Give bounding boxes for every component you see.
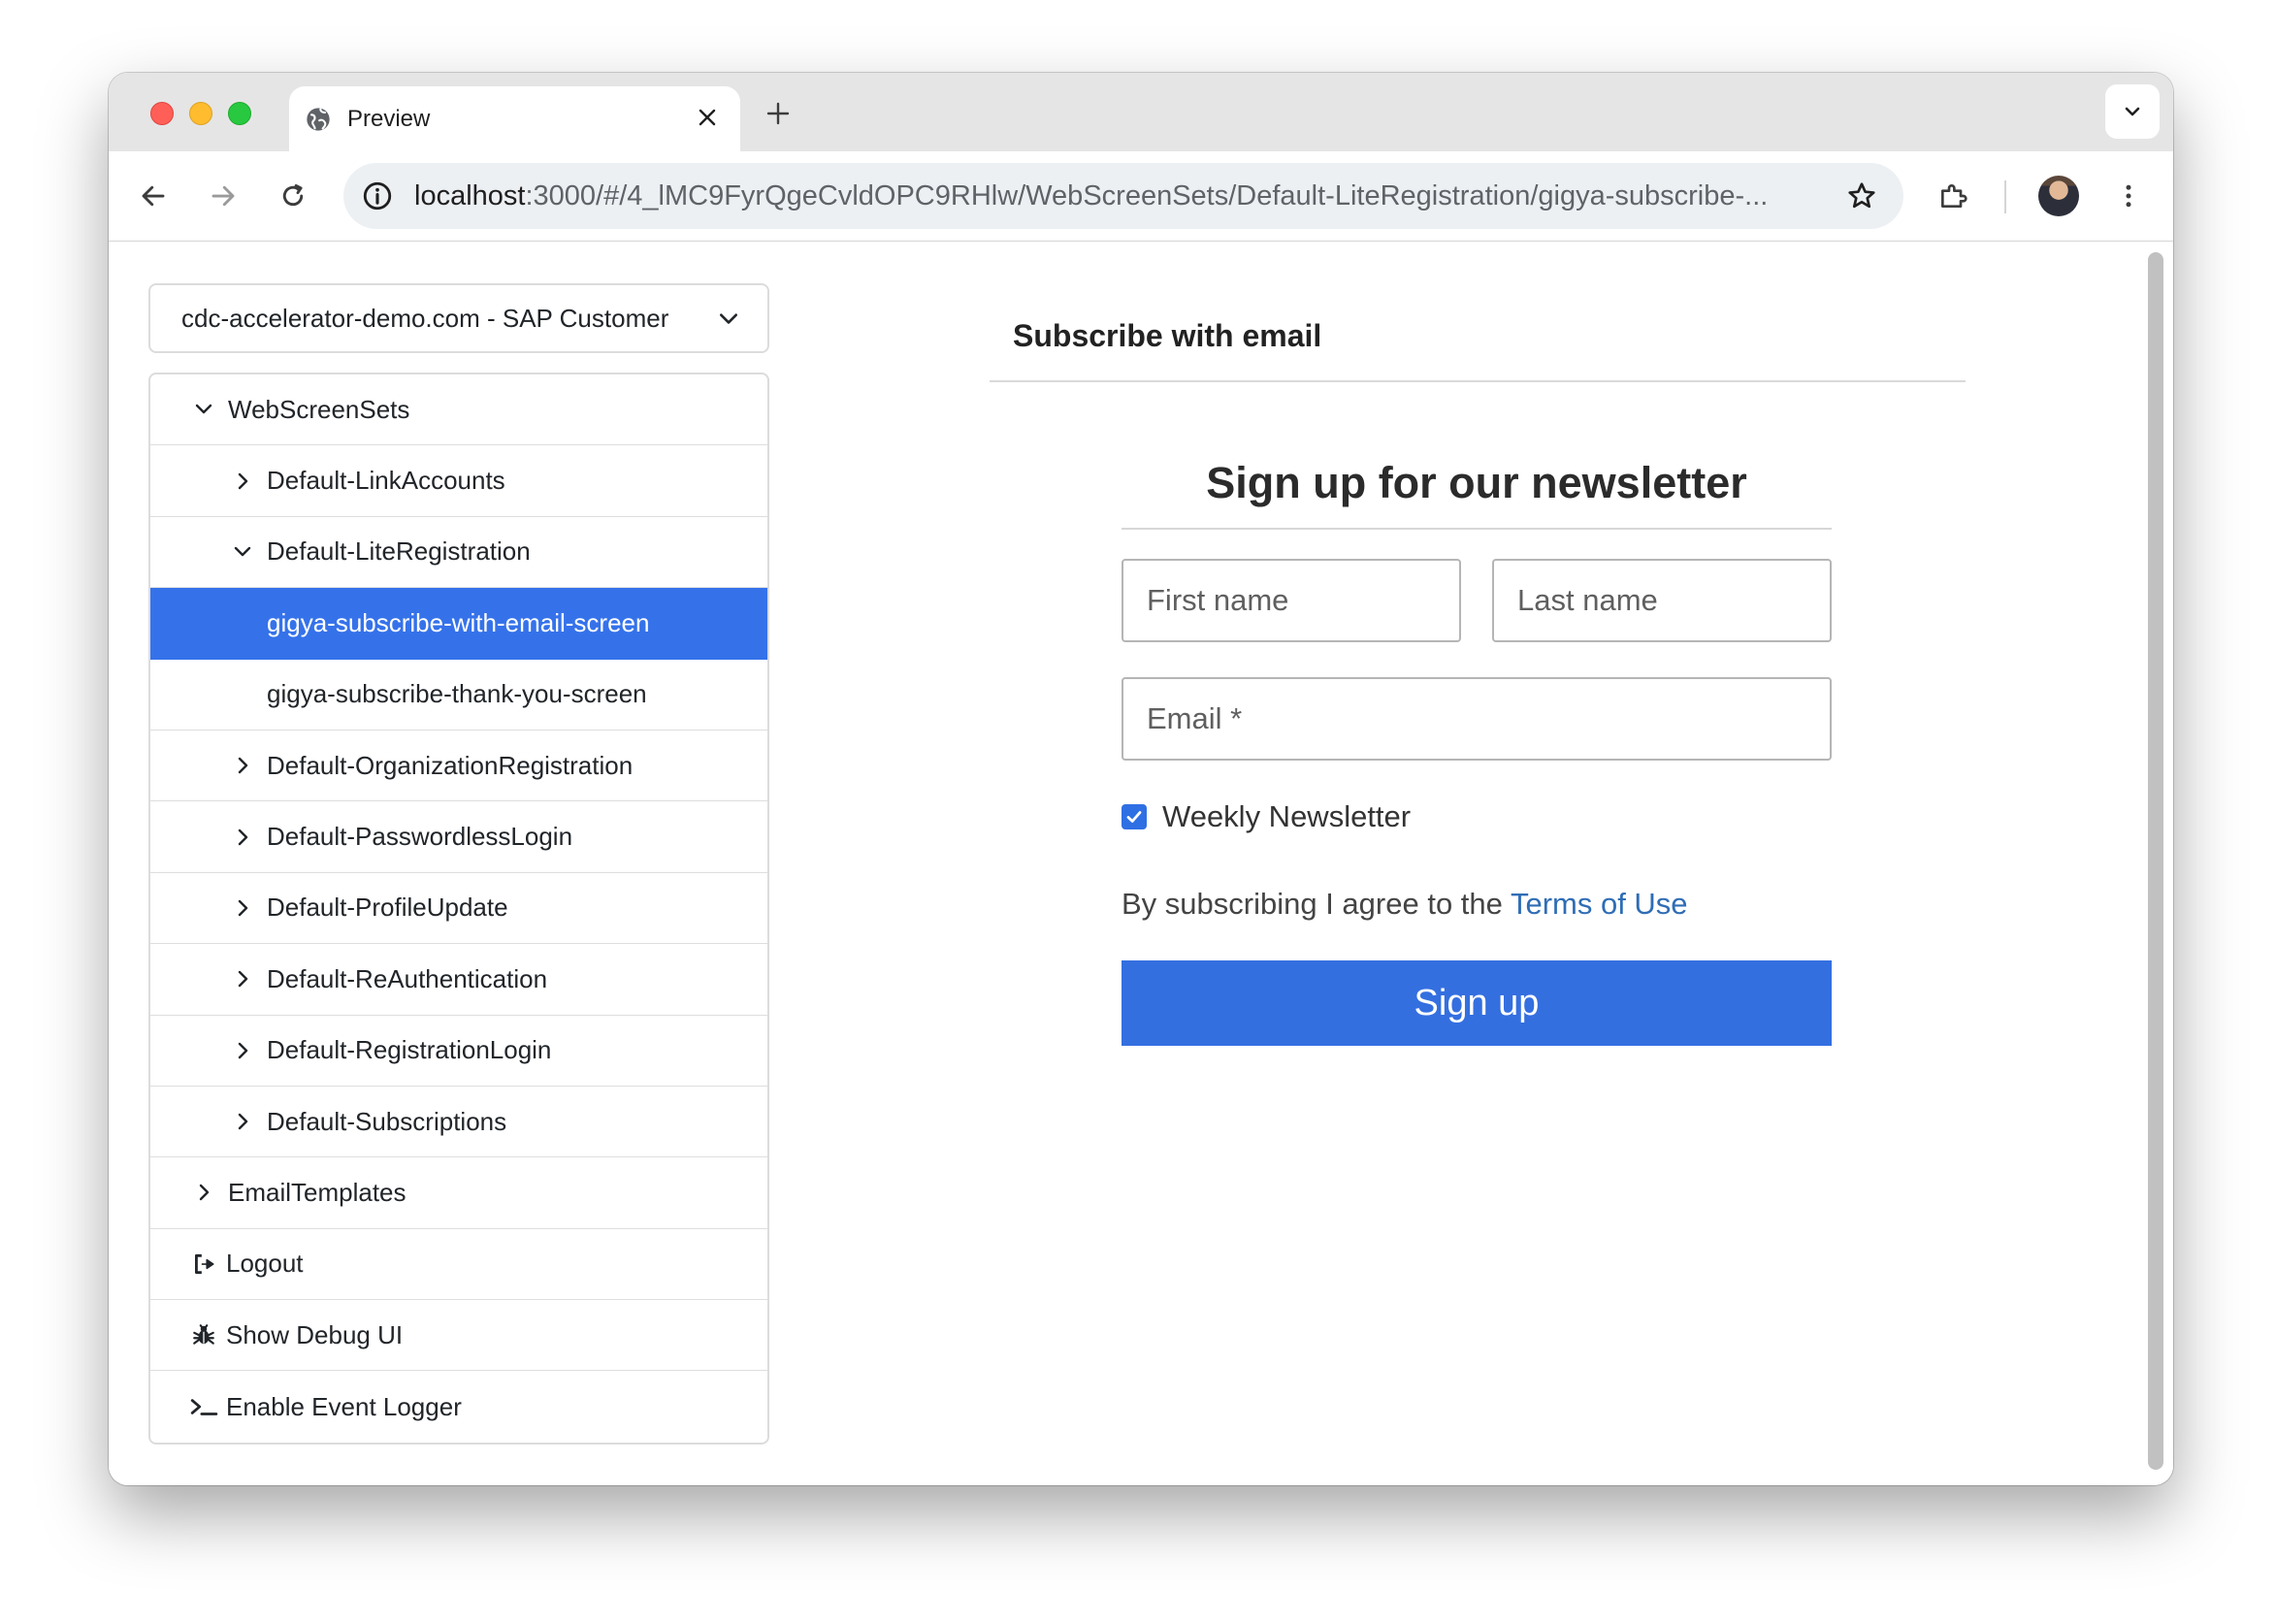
toolbar-divider	[2004, 180, 2006, 213]
email-input[interactable]	[1122, 677, 1832, 761]
bug-icon	[189, 1320, 218, 1349]
address-bar[interactable]: localhost:3000/#/4_lMC9FyrQgeCvldOPC9RHl…	[343, 163, 1903, 229]
section-title: Subscribe with email	[1013, 318, 1322, 353]
info-icon[interactable]	[358, 177, 397, 215]
tree-item-default-profileupdate[interactable]: Default-ProfileUpdate	[150, 873, 767, 945]
screenset-tree: WebScreenSets Default-LinkAccounts Defau…	[148, 373, 769, 1445]
minimize-window-button[interactable]	[189, 102, 212, 125]
form-title: Sign up for our newsletter	[1122, 456, 1832, 530]
chevron-right-icon	[228, 1036, 257, 1065]
tree-item-label: Default-ProfileUpdate	[267, 893, 508, 923]
terms-agreement-text: By subscribing I agree to the Terms of U…	[1122, 887, 1688, 921]
arrow-right-icon	[209, 181, 238, 211]
tree-item-default-subscriptions[interactable]: Default-Subscriptions	[150, 1087, 767, 1158]
preview-section-header: Subscribe with email	[990, 315, 1966, 382]
tree-item-label: Default-LinkAccounts	[267, 466, 505, 496]
tree-item-webscreensets[interactable]: WebScreenSets	[150, 374, 767, 446]
tree-item-label: Default-PasswordlessLogin	[267, 822, 573, 852]
weekly-newsletter-label: Weekly Newsletter	[1162, 799, 1412, 833]
tree-item-label: Show Debug UI	[226, 1319, 404, 1349]
page-content: cdc-accelerator-demo.com - SAP Customer …	[109, 243, 2173, 1485]
browser-toolbar: localhost:3000/#/4_lMC9FyrQgeCvldOPC9RHl…	[109, 151, 2173, 242]
tree-item-label: Default-LiteRegistration	[267, 536, 531, 567]
chevron-right-icon	[228, 823, 257, 852]
tree-item-default-registrationlogin[interactable]: Default-RegistrationLogin	[150, 1016, 767, 1087]
reload-icon	[278, 181, 308, 211]
back-button[interactable]	[132, 175, 175, 217]
tree-item-label: gigya-subscribe-thank-you-screen	[267, 679, 647, 709]
tab-strip: Preview	[109, 73, 2173, 151]
puzzle-icon	[1937, 180, 1968, 211]
chevron-right-icon	[228, 893, 257, 923]
browser-tab-preview[interactable]: Preview	[289, 86, 740, 151]
tree-item-label: Default-Subscriptions	[267, 1106, 507, 1136]
first-name-input[interactable]	[1122, 559, 1461, 642]
page-scrollbar[interactable]	[2148, 252, 2163, 1470]
tree-item-gigya-subscribe-with-email-screen[interactable]: gigya-subscribe-with-email-screen	[150, 588, 767, 660]
profile-avatar[interactable]	[2038, 176, 2079, 216]
tree-item-label: gigya-subscribe-with-email-screen	[267, 607, 650, 637]
tree-item-default-literegistration[interactable]: Default-LiteRegistration	[150, 517, 767, 589]
extensions-button[interactable]	[1932, 175, 1974, 217]
tree-item-default-organizationregistration[interactable]: Default-OrganizationRegistration	[150, 731, 767, 802]
tree-item-label: Default-RegistrationLogin	[267, 1035, 552, 1065]
chevron-right-icon	[228, 751, 257, 780]
chevron-right-icon	[228, 1107, 257, 1136]
forward-button[interactable]	[202, 175, 244, 217]
logout-button[interactable]: Logout	[150, 1229, 767, 1301]
newsletter-checkbox-row: Weekly Newsletter	[1122, 799, 1832, 834]
chevron-down-icon	[715, 305, 742, 332]
chevron-right-icon	[228, 964, 257, 993]
show-debug-ui-button[interactable]: Show Debug UI	[150, 1300, 767, 1372]
enable-event-logger-button[interactable]: Enable Event Logger	[150, 1371, 767, 1442]
tree-item-emailtemplates[interactable]: EmailTemplates	[150, 1157, 767, 1229]
new-tab-icon[interactable]	[759, 94, 797, 133]
chevron-down-icon	[2123, 102, 2142, 121]
close-window-button[interactable]	[150, 102, 174, 125]
bookmark-star-icon[interactable]	[1841, 176, 1882, 216]
tree-item-label: WebScreenSets	[228, 394, 410, 424]
more-vertical-icon	[2114, 181, 2143, 211]
last-name-input[interactable]	[1492, 559, 1832, 642]
globe-icon	[305, 106, 332, 133]
tree-item-label: Enable Event Logger	[226, 1391, 462, 1421]
chevron-down-icon	[228, 537, 257, 567]
tree-item-default-reauthentication[interactable]: Default-ReAuthentication	[150, 944, 767, 1016]
maximize-window-button[interactable]	[228, 102, 251, 125]
arrow-left-icon	[139, 181, 168, 211]
chevron-down-icon	[189, 395, 218, 424]
newsletter-form: Sign up for our newsletter Weekly Newsle…	[1122, 456, 1832, 1046]
chevron-right-icon	[228, 467, 257, 496]
browser-menu-button[interactable]	[2107, 175, 2150, 217]
site-selector-dropdown[interactable]: cdc-accelerator-demo.com - SAP Customer	[148, 283, 769, 353]
sign-up-button[interactable]: Sign up	[1122, 960, 1832, 1046]
tab-search-button[interactable]	[2105, 84, 2160, 139]
url-text[interactable]: localhost:3000/#/4_lMC9FyrQgeCvldOPC9RHl…	[414, 180, 1816, 212]
terminal-icon	[189, 1392, 218, 1421]
tree-item-label: Default-OrganizationRegistration	[267, 750, 634, 780]
name-row	[1122, 559, 1832, 642]
tree-item-label: EmailTemplates	[228, 1177, 406, 1207]
tab-title: Preview	[347, 105, 431, 132]
chevron-right-icon	[189, 1178, 218, 1207]
reload-button[interactable]	[272, 175, 314, 217]
tree-item-default-linkaccounts[interactable]: Default-LinkAccounts	[150, 445, 767, 517]
terms-of-use-link[interactable]: Terms of Use	[1511, 887, 1688, 921]
close-tab-icon[interactable]	[692, 102, 723, 133]
logout-icon	[189, 1250, 218, 1279]
tree-item-gigya-subscribe-thank-you-screen[interactable]: gigya-subscribe-thank-you-screen	[150, 660, 767, 731]
browser-window: Preview localhost:3000/#/4_lMC9FyrQgeCvl…	[109, 73, 2173, 1485]
tree-item-label: Default-ReAuthentication	[267, 963, 548, 993]
tree-item-default-passwordlesslogin[interactable]: Default-PasswordlessLogin	[150, 801, 767, 873]
site-selector-value: cdc-accelerator-demo.com - SAP Customer	[181, 303, 669, 333]
checkmark-icon	[1125, 808, 1143, 826]
weekly-newsletter-checkbox[interactable]	[1122, 804, 1147, 829]
tree-item-label: Logout	[226, 1249, 304, 1279]
